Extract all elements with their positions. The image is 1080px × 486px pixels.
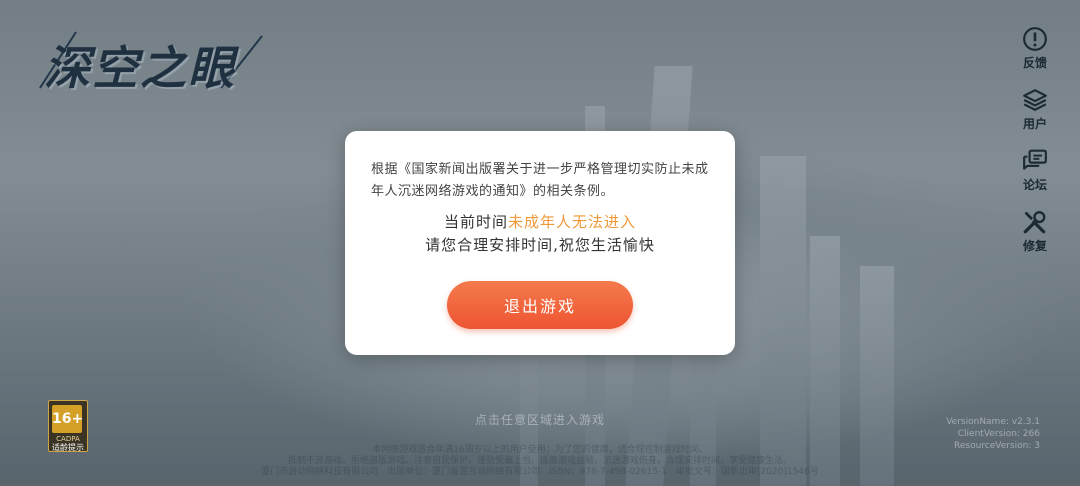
chat-bubbles-icon — [1023, 149, 1047, 170]
footer-line: 厦门市游动网络科技有限公司 出版单位：厦门雷霆互动网络有限公司 ISBN：978… — [261, 467, 819, 477]
resource-version: ResourceVersion: 3 — [954, 441, 1040, 451]
legal-footer: 本网络游戏适合年满16周岁以上的用户使用；为了您的健康，请合理控制游戏时间。 抵… — [150, 445, 930, 478]
right-sidebar: 反馈 用户 论坛 修复 — [1010, 26, 1060, 270]
layers-icon — [1023, 89, 1047, 111]
status-prefix: 当前时间 — [443, 213, 508, 231]
dialog-notice-text: 根据《国家新闻出版署关于进一步严格管理切实防止未成年人沉迷网络游戏的通知》的相关… — [371, 162, 709, 199]
sidebar-item-label: 反馈 — [1022, 56, 1047, 70]
footer-line: 本网络游戏适合年满16周岁以上的用户使用；为了您的健康，请合理控制游戏时间。 — [372, 445, 708, 455]
sidebar-item-feedback[interactable]: 反馈 — [1010, 26, 1060, 71]
status-highlight: 未成年人无法进入 — [508, 213, 637, 231]
sidebar-item-forum[interactable]: 论坛 — [1010, 148, 1060, 193]
alert-circle-icon — [1023, 27, 1047, 51]
sidebar-item-label: 论坛 — [1022, 178, 1047, 192]
tap-to-enter-hint[interactable]: 点击任意区域进入游戏 — [0, 411, 1080, 428]
footer-line: 抵制不良游戏，拒绝盗版游戏。注意自我保护，谨防受骗上当。适度游戏益脑，沉迷游戏伤… — [287, 456, 792, 466]
minor-restriction-dialog: 根据《国家新闻出版署关于进一步严格管理切实防止未成年人沉迷网络游戏的通知》的相关… — [345, 131, 735, 355]
sidebar-item-label: 修复 — [1022, 239, 1047, 253]
exit-game-button[interactable]: 退出游戏 — [447, 281, 633, 329]
version-info: VersionName: v2.3.1 ClientVersion: 266 R… — [946, 416, 1040, 452]
wrench-screwdriver-icon — [1023, 211, 1046, 234]
dialog-advice-line: 请您合理安排时间,祝您生活愉快 — [425, 236, 655, 254]
age-rating-tip: 适龄提示 — [52, 443, 84, 452]
version-name: VersionName: v2.3.1 — [946, 417, 1040, 427]
dialog-status-line: 当前时间未成年人无法进入 — [345, 211, 735, 232]
sidebar-item-repair[interactable]: 修复 — [1010, 209, 1060, 254]
sidebar-item-label: 用户 — [1022, 117, 1047, 131]
sidebar-item-user[interactable]: 用户 — [1010, 87, 1060, 132]
game-logo: 深空之眼 — [44, 41, 236, 95]
client-version: ClientVersion: 266 — [957, 429, 1040, 439]
